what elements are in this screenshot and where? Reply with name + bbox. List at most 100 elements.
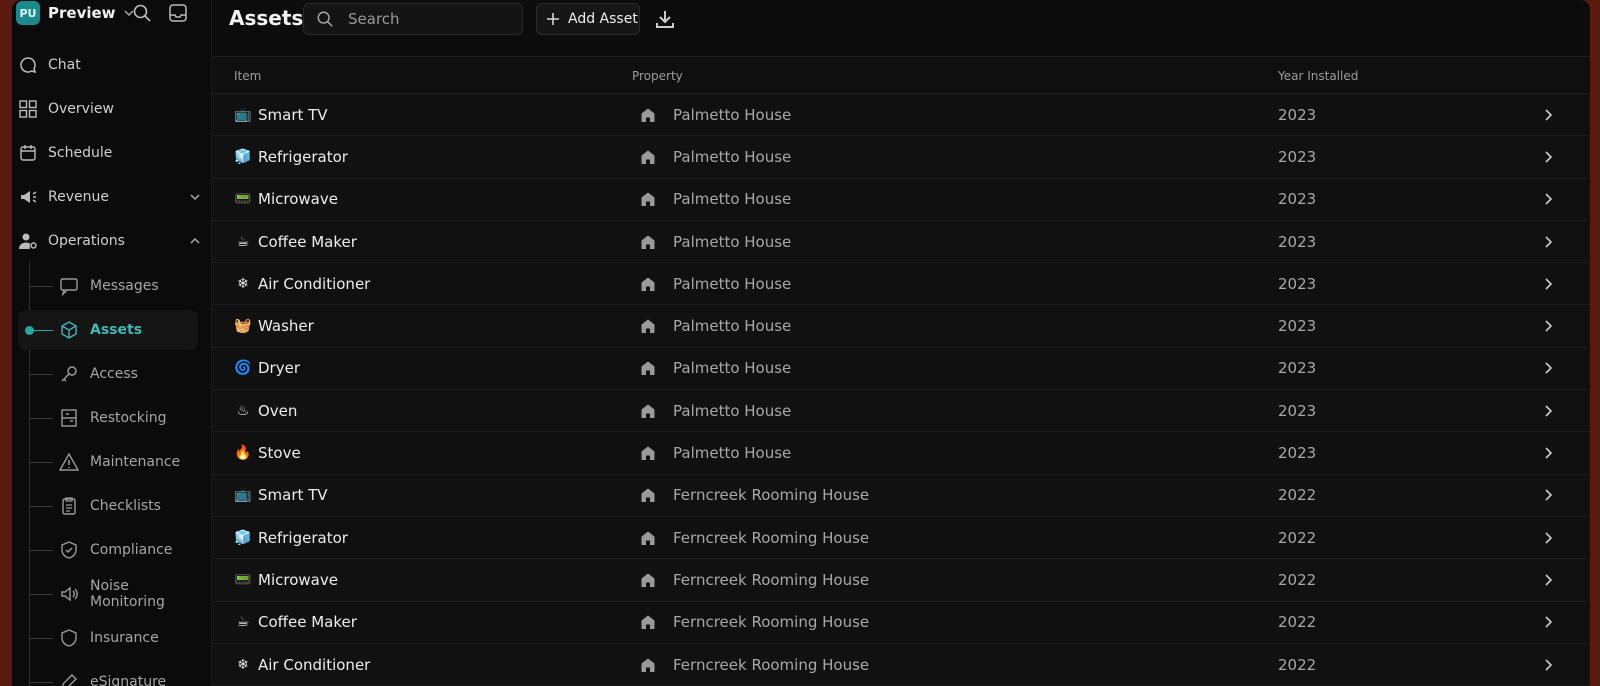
plus-icon <box>547 13 559 25</box>
year-installed: 2023 <box>1278 359 1317 378</box>
nav-label: Overview <box>48 101 114 117</box>
inbox-icon[interactable] <box>168 3 188 23</box>
chevron-right-icon[interactable] <box>1540 614 1556 630</box>
chevron-up-icon <box>190 237 200 244</box>
chevron-right-icon[interactable] <box>1540 403 1556 419</box>
subnav-checklists[interactable]: Checklists <box>18 486 198 526</box>
download-icon[interactable] <box>654 8 676 30</box>
search-icon <box>317 11 333 27</box>
nav-schedule[interactable]: Schedule <box>18 133 202 173</box>
toolbar: Assets Add Asset <box>212 0 1590 57</box>
house-icon <box>641 192 655 207</box>
table-row[interactable]: ♨ Oven Palmetto House 2023 <box>212 390 1590 433</box>
main-content: Assets Add Asset Item Property Year Inst… <box>212 0 1590 686</box>
search-input[interactable] <box>348 10 508 28</box>
workspace-avatar: PU <box>16 1 40 25</box>
subnav-compliance[interactable]: Compliance <box>18 530 198 570</box>
table-row[interactable]: 📟 Microwave Palmetto House 2023 <box>212 178 1590 221</box>
search-icon[interactable] <box>132 3 152 23</box>
table-row[interactable]: 📺 Smart TV Palmetto House 2023 <box>212 94 1590 137</box>
column-header-item[interactable]: Item <box>234 69 261 83</box>
year-installed: 2023 <box>1278 232 1317 251</box>
house-icon <box>641 235 655 249</box>
tree-branch <box>29 461 53 463</box>
property-name: Palmetto House <box>673 444 792 463</box>
item-emoji-icon: ❄ <box>237 275 249 292</box>
table-row[interactable]: 🧊 Refrigerator Palmetto House 2023 <box>212 136 1590 179</box>
subnav-label: Restocking <box>90 410 167 426</box>
chevron-right-icon[interactable] <box>1540 572 1556 588</box>
subnav-noise-monitoring[interactable]: Noise Monitoring <box>18 574 198 614</box>
item-name: Stove <box>258 444 301 463</box>
subnav-label: Assets <box>90 322 143 338</box>
chevron-right-icon[interactable] <box>1540 657 1556 673</box>
warning-icon <box>59 452 79 471</box>
cube-icon <box>61 321 77 339</box>
chevron-right-icon[interactable] <box>1540 149 1556 165</box>
page-title: Assets <box>229 6 304 30</box>
shield-icon <box>61 629 77 647</box>
item-name: Microwave <box>258 570 338 589</box>
property-name: Palmetto House <box>673 147 792 166</box>
subnav-label: eSignature <box>90 674 167 686</box>
chat-bubble-icon <box>20 57 37 74</box>
table-row[interactable]: 🔥 Stove Palmetto House 2023 <box>212 432 1590 475</box>
chevron-right-icon[interactable] <box>1540 318 1556 334</box>
chevron-right-icon[interactable] <box>1540 360 1556 376</box>
table-row[interactable]: ☕ Coffee Maker Palmetto House 2023 <box>212 220 1590 264</box>
item-emoji-icon: 🌀 <box>234 360 252 377</box>
year-installed: 2023 <box>1278 190 1317 209</box>
tree-branch <box>29 681 53 683</box>
table-row[interactable]: 📟 Microwave Ferncreek Rooming House 2022 <box>212 559 1590 602</box>
chevron-right-icon[interactable] <box>1540 276 1556 292</box>
table-row[interactable]: 📺 Smart TV Ferncreek Rooming House 2022 <box>212 474 1590 517</box>
subnav-access[interactable]: Access <box>18 354 198 394</box>
year-installed: 2022 <box>1278 528 1317 547</box>
property-name: Ferncreek Rooming House <box>673 486 870 505</box>
column-header-property[interactable]: Property <box>632 69 683 83</box>
add-asset-button[interactable]: Add Asset <box>536 3 640 35</box>
subnav-label: Access <box>90 366 138 382</box>
item-name: Dryer <box>258 359 300 378</box>
chevron-right-icon[interactable] <box>1540 191 1556 207</box>
chevron-right-icon[interactable] <box>1540 234 1556 250</box>
table-row[interactable]: 🌀 Dryer Palmetto House 2023 <box>212 347 1590 391</box>
table-row[interactable]: ❄ Air Conditioner Ferncreek Rooming Hous… <box>212 643 1590 686</box>
property-name: Palmetto House <box>673 232 792 251</box>
nav-overview[interactable]: Overview <box>18 89 202 129</box>
message-icon <box>60 278 78 296</box>
subnav-assets[interactable]: Assets <box>18 310 198 350</box>
year-installed: 2023 <box>1278 401 1317 420</box>
chevron-down-icon <box>190 194 200 201</box>
item-emoji-icon: 📟 <box>234 191 252 208</box>
item-emoji-icon: 🧊 <box>234 529 252 546</box>
column-header-year[interactable]: Year Installed <box>1278 69 1358 83</box>
subnav-maintenance[interactable]: Maintenance <box>18 442 198 482</box>
table-row[interactable]: ❄ Air Conditioner Palmetto House 2023 <box>212 263 1590 306</box>
table-row[interactable]: ☕ Coffee Maker Ferncreek Rooming House 2… <box>212 601 1590 644</box>
chevron-right-icon[interactable] <box>1540 107 1556 123</box>
chevron-right-icon[interactable] <box>1540 530 1556 546</box>
megaphone-icon <box>21 191 37 203</box>
nav-label: Schedule <box>48 145 113 161</box>
workspace-switcher[interactable]: PU Preview <box>16 1 136 25</box>
subnav-insurance[interactable]: Insurance <box>18 618 198 658</box>
table-row[interactable]: 🧺 Washer Palmetto House 2023 <box>212 305 1590 348</box>
subnav-esignature[interactable]: eSignature <box>18 662 198 686</box>
search-box[interactable] <box>303 3 523 35</box>
table-row[interactable]: 🧊 Refrigerator Ferncreek Rooming House 2… <box>212 516 1590 560</box>
nav-chat[interactable]: Chat <box>18 45 202 85</box>
item-name: Coffee Maker <box>258 613 357 632</box>
property-name: Palmetto House <box>673 274 792 293</box>
nav-revenue[interactable]: Revenue <box>18 177 202 217</box>
nav-operations[interactable]: Operations <box>18 221 202 261</box>
chevron-right-icon[interactable] <box>1540 487 1556 503</box>
shelf-icon <box>61 409 77 427</box>
chevron-right-icon[interactable] <box>1540 445 1556 461</box>
grid-icon <box>19 100 37 118</box>
item-name: Smart TV <box>258 486 328 505</box>
subnav-restocking[interactable]: Restocking <box>18 398 198 438</box>
subnav-messages[interactable]: Messages <box>18 266 198 306</box>
item-emoji-icon: 📟 <box>234 571 252 588</box>
item-emoji-icon: 🧺 <box>234 318 252 335</box>
